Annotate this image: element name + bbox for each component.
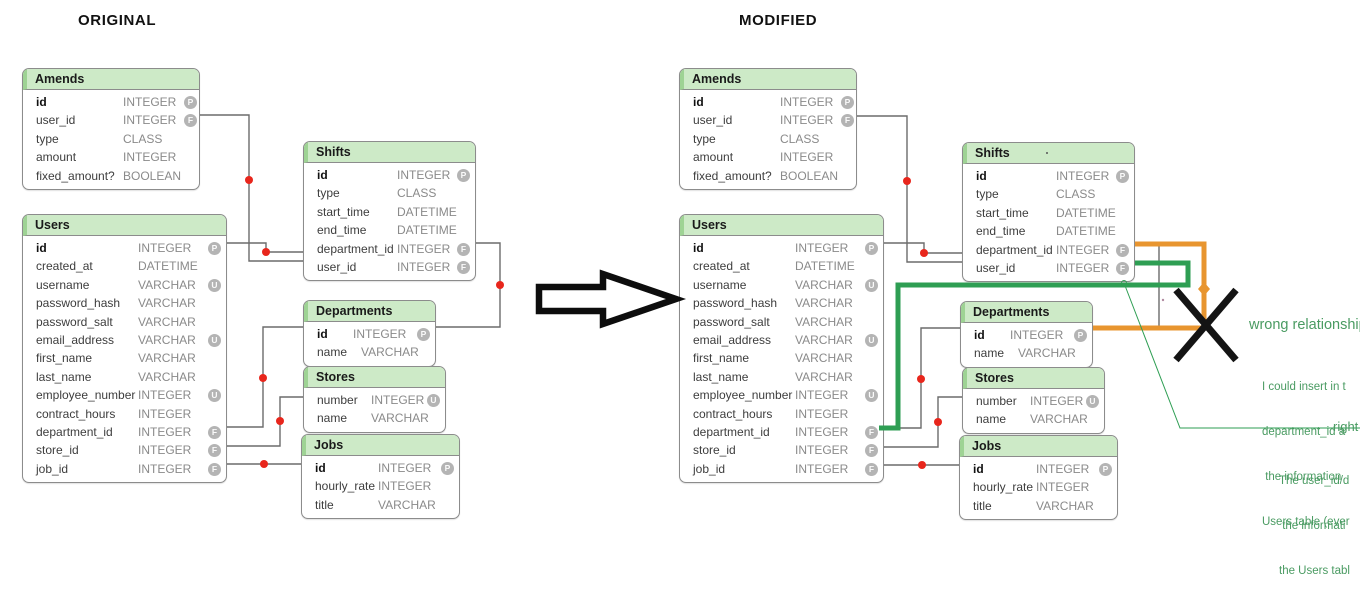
annotation-right-note: The user_id/d the informati the Users ta…	[1279, 444, 1350, 609]
annotation-wrong-relationship: wrong relationship?	[1249, 317, 1360, 333]
annotation-line: the informati	[1279, 520, 1346, 532]
green-relationship-line	[879, 260, 1191, 431]
stray-dot-artifact	[1161, 298, 1165, 302]
annotation-line: The user_id/d	[1279, 475, 1350, 487]
orange-waypoint-marker	[1198, 282, 1210, 296]
annotation-line: I could insert in t	[1262, 381, 1346, 393]
annotation-right-label: right	[1333, 419, 1359, 434]
markup-overlay-layer	[879, 241, 1360, 431]
annotation-line: the Users tabl	[1279, 565, 1350, 577]
diagram-canvas: ORIGINAL MODIFIED Amends id INTEGER P us…	[0, 0, 1360, 577]
